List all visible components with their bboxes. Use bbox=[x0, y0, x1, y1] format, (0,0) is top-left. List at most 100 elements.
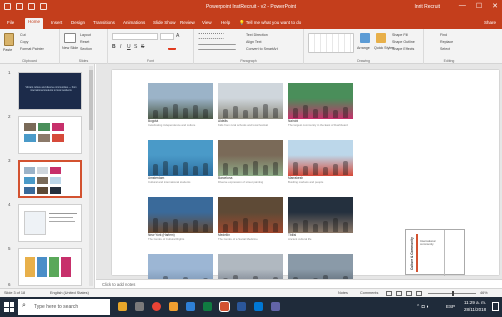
gallery-photo[interactable] bbox=[148, 197, 213, 233]
notes-pane[interactable]: Click to add notes bbox=[96, 279, 502, 288]
slide-thumbnail-3-selected[interactable] bbox=[18, 160, 82, 198]
slide-thumbnail-2[interactable] bbox=[18, 116, 82, 154]
section-button[interactable]: Section bbox=[80, 47, 92, 51]
outlook-icon[interactable] bbox=[254, 302, 263, 311]
format-painter-button[interactable]: Format Painter bbox=[20, 47, 44, 51]
reset-button[interactable]: Reset bbox=[80, 40, 89, 44]
tab-help[interactable]: Help bbox=[218, 19, 233, 26]
notifications-icon[interactable] bbox=[492, 302, 499, 311]
bullets-icon[interactable] bbox=[198, 33, 224, 39]
shape-outline-button[interactable]: Shape Outline bbox=[392, 40, 415, 44]
font-color-icon[interactable] bbox=[168, 45, 176, 50]
powerpoint-icon[interactable] bbox=[219, 301, 230, 312]
task-view-icon[interactable] bbox=[135, 302, 144, 311]
slideshow-view-icon[interactable] bbox=[416, 291, 422, 296]
arrange-button[interactable]: Arrange bbox=[357, 46, 370, 50]
paste-button[interactable]: Paste bbox=[3, 48, 12, 52]
underline-button[interactable]: U bbox=[127, 44, 131, 50]
gallery-photo[interactable] bbox=[148, 83, 213, 119]
font-label: Font bbox=[146, 59, 154, 63]
clock-date[interactable]: 28/11/2018 bbox=[464, 307, 486, 312]
side-panel[interactable]: Culture & Community International commun… bbox=[405, 229, 465, 276]
gallery-photo[interactable] bbox=[218, 83, 283, 119]
clipboard-group: Paste Cut Copy Format Painter Clipboard bbox=[0, 29, 60, 64]
italic-button[interactable]: I bbox=[120, 44, 121, 50]
shapes-gallery[interactable] bbox=[308, 33, 354, 53]
close-button[interactable]: ✕ bbox=[492, 2, 498, 10]
excel-icon[interactable] bbox=[203, 302, 212, 311]
windows-start-icon[interactable] bbox=[4, 302, 14, 312]
clock-time[interactable]: 11:29 a. m. bbox=[464, 300, 486, 305]
word-icon[interactable] bbox=[237, 302, 246, 311]
slide-sorter-icon[interactable] bbox=[396, 291, 402, 296]
gallery-photo[interactable] bbox=[288, 197, 353, 233]
quick-styles-button[interactable]: Quick Styles bbox=[374, 46, 394, 50]
gallery-photo[interactable] bbox=[218, 197, 283, 233]
copy-button[interactable]: Copy bbox=[20, 40, 28, 44]
shape-effects-button[interactable]: Shape Effects bbox=[392, 47, 414, 51]
chrome-icon[interactable] bbox=[152, 302, 161, 311]
tab-file[interactable]: File bbox=[4, 19, 17, 26]
shape-fill-button[interactable]: Shape Fill bbox=[392, 33, 408, 37]
user-name[interactable]: Inrit Recruit bbox=[414, 4, 440, 10]
shadow-button[interactable]: S bbox=[134, 44, 137, 50]
align-icon[interactable] bbox=[198, 44, 236, 50]
arrange-icon[interactable] bbox=[360, 33, 370, 43]
keyboard-language[interactable]: ESP bbox=[446, 304, 455, 309]
font-family-input[interactable] bbox=[112, 33, 158, 40]
slide-thumbnail-4[interactable] bbox=[18, 204, 82, 242]
bold-button[interactable]: B bbox=[112, 44, 116, 50]
align-text-button[interactable]: Align Text bbox=[246, 40, 262, 44]
maximize-button[interactable]: ☐ bbox=[476, 2, 482, 10]
scrollbar-thumb[interactable] bbox=[89, 70, 93, 130]
tab-view[interactable]: View bbox=[199, 19, 215, 26]
gallery-photo[interactable] bbox=[218, 140, 283, 176]
reading-view-icon[interactable] bbox=[406, 291, 412, 296]
tray-icons[interactable]: ⌃ ◘ ◗ bbox=[416, 304, 429, 310]
tab-transitions[interactable]: Transitions bbox=[90, 19, 118, 26]
tell-me-search[interactable]: 💡 Tell me what you want to do bbox=[236, 19, 304, 27]
slide-editor[interactable]: Bogotá Celebrating independence and cultu… bbox=[112, 70, 499, 290]
cortana-icon[interactable] bbox=[118, 302, 127, 311]
new-slide-icon[interactable] bbox=[64, 33, 76, 43]
normal-view-icon[interactable] bbox=[386, 291, 392, 296]
smartart-button[interactable]: Convert to SmartArt bbox=[246, 47, 278, 51]
select-button[interactable]: Select bbox=[440, 47, 450, 51]
tab-review[interactable]: Review bbox=[177, 19, 198, 26]
strikethrough-button[interactable]: S bbox=[141, 44, 144, 50]
gallery-photo[interactable] bbox=[288, 83, 353, 119]
slide-thumbnail-1[interactable]: Vibrant culture and diverse communities … bbox=[18, 72, 82, 110]
find-button[interactable]: Find bbox=[440, 33, 447, 37]
grow-font-button[interactable]: A bbox=[176, 33, 179, 39]
minimize-button[interactable]: — bbox=[459, 2, 466, 10]
file-explorer-icon[interactable] bbox=[169, 302, 178, 311]
teams-icon[interactable] bbox=[271, 302, 280, 311]
text-direction-button[interactable]: Text Direction bbox=[246, 33, 268, 37]
layout-button[interactable]: Layout bbox=[80, 33, 91, 37]
tab-design[interactable]: Design bbox=[68, 19, 88, 26]
zoom-slider-thumb[interactable] bbox=[452, 291, 454, 296]
search-box[interactable]: ⌕ Type here to search bbox=[18, 299, 110, 315]
quick-styles-icon[interactable] bbox=[376, 33, 386, 43]
tab-animations[interactable]: Animations bbox=[120, 19, 148, 26]
slides-group: New Slide Layout Reset Section Slides bbox=[60, 29, 108, 64]
zoom-level[interactable]: 46% bbox=[480, 291, 488, 295]
gallery-photo[interactable] bbox=[148, 140, 213, 176]
share-button[interactable]: Share bbox=[484, 20, 496, 25]
cut-button[interactable]: Cut bbox=[20, 33, 26, 37]
tab-slide-show[interactable]: Slide Show bbox=[150, 19, 179, 26]
edge-icon[interactable] bbox=[186, 302, 195, 311]
tab-home[interactable]: Home bbox=[25, 18, 44, 29]
thumbnails-scrollbar[interactable] bbox=[89, 66, 93, 286]
slide-thumbnails-pane[interactable]: 1 Vibrant culture and diverse communitie… bbox=[0, 64, 95, 288]
gallery-photo[interactable] bbox=[288, 140, 353, 176]
paste-icon[interactable] bbox=[4, 33, 14, 46]
tab-insert[interactable]: Insert bbox=[48, 19, 65, 26]
font-size-input[interactable] bbox=[160, 33, 174, 40]
new-slide-button[interactable]: New Slide bbox=[62, 46, 78, 50]
comments-button[interactable]: Comments bbox=[360, 291, 378, 295]
slide-thumbnail-5[interactable] bbox=[18, 248, 82, 286]
replace-button[interactable]: Replace bbox=[440, 40, 453, 44]
language-indicator[interactable]: English (United States) bbox=[50, 291, 89, 295]
notes-button[interactable]: Notes bbox=[338, 291, 348, 295]
